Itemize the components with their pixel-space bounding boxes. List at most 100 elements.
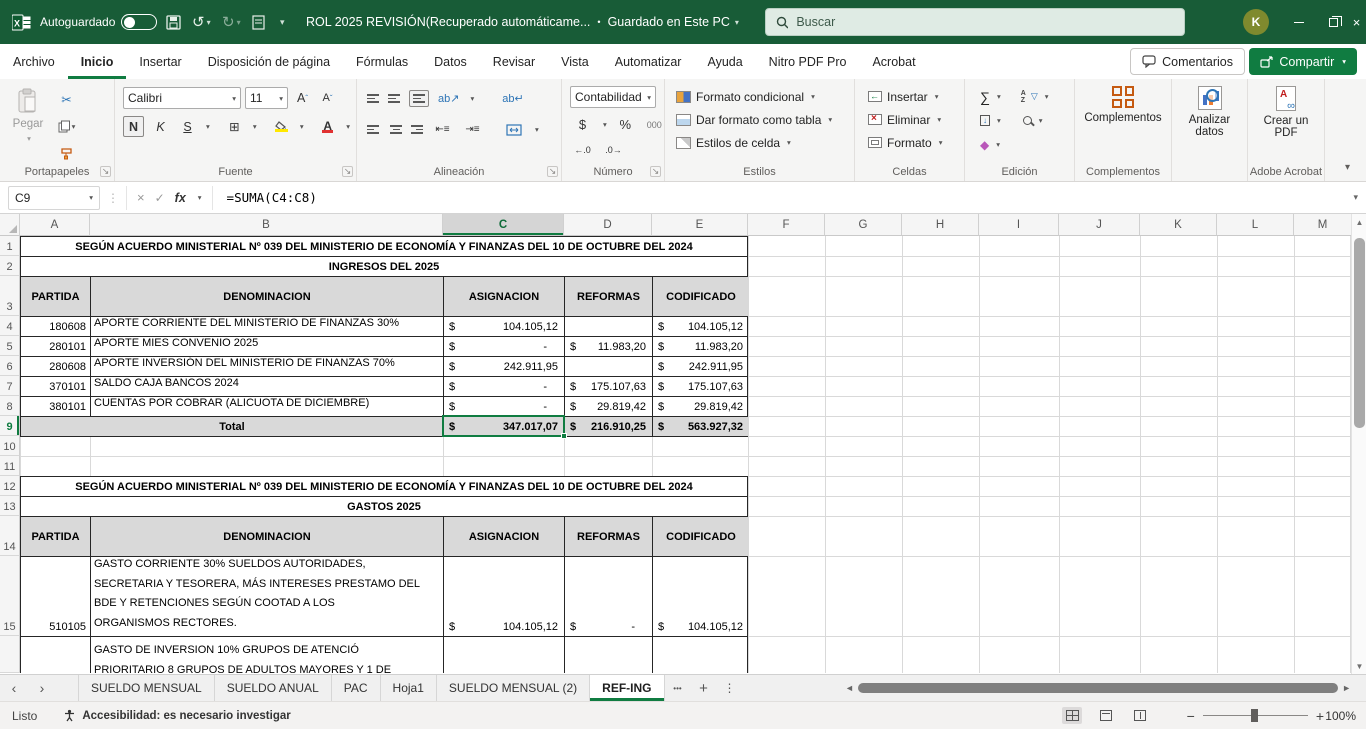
cell-codificado[interactable]: $29.819,42 [653,397,749,416]
accounting-chevron-icon[interactable]: ▾ [603,120,607,129]
format-cells-button[interactable]: Formato▾ [865,133,964,152]
tab-vista[interactable]: Vista [548,44,602,79]
excel-logo-icon[interactable]: X [12,0,31,44]
horizontal-scrollbar[interactable]: ◄ ► [845,679,1351,697]
minimize-button[interactable] [1282,0,1316,44]
orientation-chevron-icon[interactable]: ▾ [470,94,474,103]
orientation-button[interactable]: ab↗ [438,88,459,109]
cell-header-asignacion[interactable]: ASIGNACION [444,277,565,316]
zoom-slider-thumb[interactable] [1251,709,1258,722]
cell-title-acuerdo-1[interactable]: SEGÚN ACUERDO MINISTERIAL Nº 039 DEL MIN… [21,237,747,256]
conditional-formatting-button[interactable]: Formato condicional▾ [673,87,854,106]
cell-header-codificado[interactable]: CODIFICADO [653,277,749,316]
tab-disposicion[interactable]: Disposición de página [195,44,343,79]
sheet-tab-pac[interactable]: PAC [332,675,381,701]
undo-button[interactable]: ↺▾ [192,0,211,44]
cell-partida[interactable]: 280101 [21,337,91,356]
horizontal-scroll-thumb[interactable] [858,683,1338,693]
tab-archivo[interactable]: Archivo [0,44,68,79]
user-avatar[interactable]: K [1243,9,1269,35]
sheet-tab-sueldo-mensual[interactable]: SUELDO MENSUAL [78,675,215,701]
print-preview-button[interactable] [252,0,265,44]
cell-reformas[interactable]: $- [565,557,653,636]
sheet-tab-hoja1[interactable]: Hoja1 [381,675,437,701]
merge-center-button[interactable] [503,119,524,140]
fill-handle[interactable] [561,433,567,439]
sheet-tab-sueldo-mensual-2[interactable]: SUELDO MENSUAL (2) [437,675,590,701]
col-header-E[interactable]: E [652,214,748,236]
cell-header-asignacion[interactable]: ASIGNACION [444,517,565,556]
cell-header-partida[interactable]: PARTIDA [21,277,91,316]
tab-datos[interactable]: Datos [421,44,480,79]
decrease-font-icon[interactable]: Aˇ [317,88,338,109]
col-header-M[interactable]: M [1294,214,1351,236]
tab-automatizar[interactable]: Automatizar [602,44,695,79]
next-sheet-icon[interactable]: › [28,675,56,701]
vertical-scrollbar[interactable]: ▲ ▼ [1351,214,1366,674]
merge-chevron-icon[interactable]: ▾ [535,125,539,134]
fill-button[interactable]: ↓▾ [977,111,1004,130]
normal-view-button[interactable] [1062,707,1082,724]
paste-button[interactable]: Pegar ▾ [8,86,48,143]
col-header-I[interactable]: I [979,214,1059,236]
cell-codificado[interactable] [653,637,749,673]
cell-header-denominacion[interactable]: DENOMINACION [91,517,444,556]
clear-button[interactable]: ◆▾ [977,135,1003,154]
wrap-text-button[interactable]: ab↵ [502,88,523,109]
cell-total-codificado[interactable]: $563.927,32 [653,417,749,436]
percent-style-button[interactable]: % [615,114,636,135]
col-header-G[interactable]: G [825,214,902,236]
page-layout-view-button[interactable] [1096,707,1116,724]
col-header-A[interactable]: A [20,214,90,236]
increase-decimal-button[interactable]: ←.0 [572,139,593,160]
enter-formula-icon[interactable]: ✓ [155,191,165,205]
format-painter-button[interactable] [56,143,77,164]
comments-button[interactable]: Comentarios [1130,48,1245,75]
col-header-H[interactable]: H [902,214,979,236]
cell-asignacion[interactable]: $- [444,397,565,416]
cell-header-codificado[interactable]: CODIFICADO [653,517,749,556]
more-sheets-icon[interactable]: ••• [665,675,691,701]
tab-inicio[interactable]: Inicio [68,44,127,79]
cell-partida[interactable]: 370101 [21,377,91,396]
cell-denominacion[interactable]: APORTE CORRIENTE DEL MINISTERIO DE FINAN… [91,317,444,336]
font-dialog-launcher[interactable]: ↘ [342,166,353,177]
font-size-select[interactable]: 11▾ [245,87,288,109]
number-format-select[interactable]: Contabilidad▾ [570,86,656,108]
col-header-K[interactable]: K [1140,214,1217,236]
col-header-L[interactable]: L [1217,214,1294,236]
borders-button[interactable]: ⊞ [224,116,245,137]
sort-filter-button[interactable]: AZ▽▾ [1018,87,1052,106]
tab-ayuda[interactable]: Ayuda [694,44,755,79]
col-header-J[interactable]: J [1059,214,1140,236]
cell-denominacion[interactable]: CUENTAS POR COBRAR (ALICUOTA DE DICIEMBR… [91,397,444,416]
font-color-chevron-icon[interactable]: ▾ [346,122,350,131]
cell-partida[interactable]: 180608 [21,317,91,336]
col-header-D[interactable]: D [564,214,652,236]
fill-color-chevron-icon[interactable]: ▾ [300,122,304,131]
accessibility-status[interactable]: Accesibilidad: es necesario investigar [63,709,290,722]
find-select-button[interactable]: ▾ [1020,111,1046,130]
quick-access-chevron-icon[interactable]: ▾ [278,0,285,44]
search-bar[interactable] [765,8,1185,36]
clipboard-dialog-launcher[interactable]: ↘ [100,166,111,177]
align-right-icon[interactable] [411,125,423,134]
bold-button[interactable]: N [123,116,144,137]
share-button[interactable]: Compartir▾ [1249,48,1357,75]
col-header-B[interactable]: B [90,214,443,236]
cell-asignacion[interactable]: $242.911,95 [444,357,565,376]
cell-title-gastos[interactable]: GASTOS 2025 [21,497,747,516]
cell-asignacion[interactable]: $104.105,12 [444,557,565,636]
formula-input[interactable]: =SUMA(C4:C8) [227,190,317,205]
vertical-scroll-thumb[interactable] [1354,238,1365,428]
restore-button[interactable] [1316,0,1350,44]
cell-title-acuerdo-2[interactable]: SEGÚN ACUERDO MINISTERIAL Nº 039 DEL MIN… [21,477,747,496]
tab-revisar[interactable]: Revisar [480,44,548,79]
sheet-tab-sueldo-anual[interactable]: SUELDO ANUAL [215,675,332,701]
underline-button[interactable]: S [177,116,198,137]
cell-asignacion[interactable]: $104.105,12 [444,317,565,336]
cell-denominacion[interactable]: SALDO CAJA BANCOS 2024 [91,377,444,396]
cut-button[interactable]: ✂ [56,89,77,110]
align-bottom-icon[interactable] [409,90,429,107]
scroll-right-icon[interactable]: ► [1342,683,1351,693]
